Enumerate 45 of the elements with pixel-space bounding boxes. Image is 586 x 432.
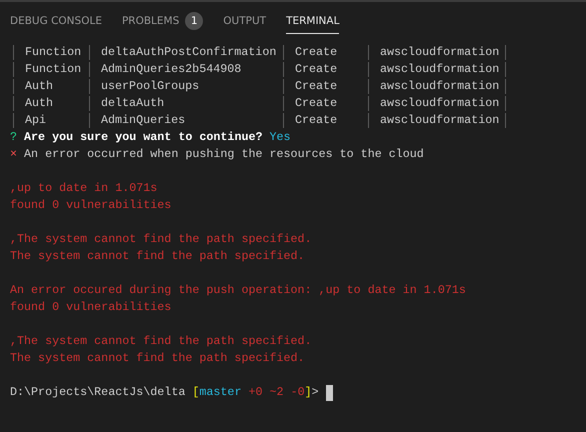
table-cell: Create — [283, 79, 368, 94]
question-mark: ? — [10, 129, 18, 146]
table-cell: Function — [13, 62, 89, 77]
table-cell: Auth — [13, 79, 89, 94]
table-cell: awscloudformation — [368, 96, 505, 111]
prompt-text: D:\Projects\ReactJs\delta — [10, 384, 186, 401]
text-cursor — [326, 384, 333, 400]
prompt-text: +0 ~2 -0 — [247, 384, 305, 401]
error-output: An error occured during the push operation: ,up to date in 1.071s — [10, 282, 466, 299]
count-badge: 1 — [185, 12, 204, 30]
table-cell: deltaAuthPostConfirmation — [89, 45, 283, 60]
prompt-text: > — [312, 384, 319, 401]
table-cell: Api — [13, 113, 89, 128]
error-output: found 0 vulnerabilities — [10, 299, 172, 316]
error-mark: × — [10, 146, 18, 163]
table-cell: AdminQueries — [89, 113, 283, 128]
error-output: ,up to date in 1.071s — [10, 180, 158, 197]
table-cell: Create — [283, 113, 368, 128]
table-cell: Create — [283, 96, 368, 111]
table-cell: deltaAuth — [89, 96, 283, 111]
error-output: The system cannot find the path specified. — [10, 350, 305, 367]
prompt-text: ] — [304, 384, 312, 401]
table-cell: awscloudformation — [368, 113, 505, 128]
table-cell: AdminQueries2b544908 — [89, 62, 283, 77]
panel-tab[interactable]: PROBLEMS 1 — [122, 6, 204, 36]
table-cell: awscloudformation — [368, 45, 505, 60]
prompt-text: master — [199, 384, 242, 401]
error-output: ,The system cannot find the path specified. — [10, 333, 312, 350]
table-cell: Function — [13, 45, 89, 60]
error-output: ,The system cannot find the path specified. — [10, 231, 312, 248]
table-cell: Create — [283, 62, 368, 77]
panel-tab[interactable]: DEBUG CONSOLE — [10, 8, 102, 34]
prompt-answer: Yes — [270, 129, 291, 146]
table-cell: awscloudformation — [368, 79, 505, 94]
error-message: An error occurred when pushing the resources to the cloud — [24, 146, 424, 163]
table-cell: awscloudformation — [368, 62, 505, 77]
table-cell: Create — [283, 45, 368, 60]
error-output: The system cannot find the path specified. — [10, 248, 305, 265]
table-cell: Auth — [13, 96, 89, 111]
table-cell: userPoolGroups — [89, 79, 283, 94]
prompt-text: [ — [192, 384, 200, 401]
prompt-question: Are you sure you want to continue? — [24, 129, 262, 146]
panel-tab[interactable]: TERMINAL — [286, 8, 340, 34]
panel-tab[interactable]: OUTPUT — [223, 8, 266, 34]
error-output: found 0 vulnerabilities — [10, 197, 172, 214]
